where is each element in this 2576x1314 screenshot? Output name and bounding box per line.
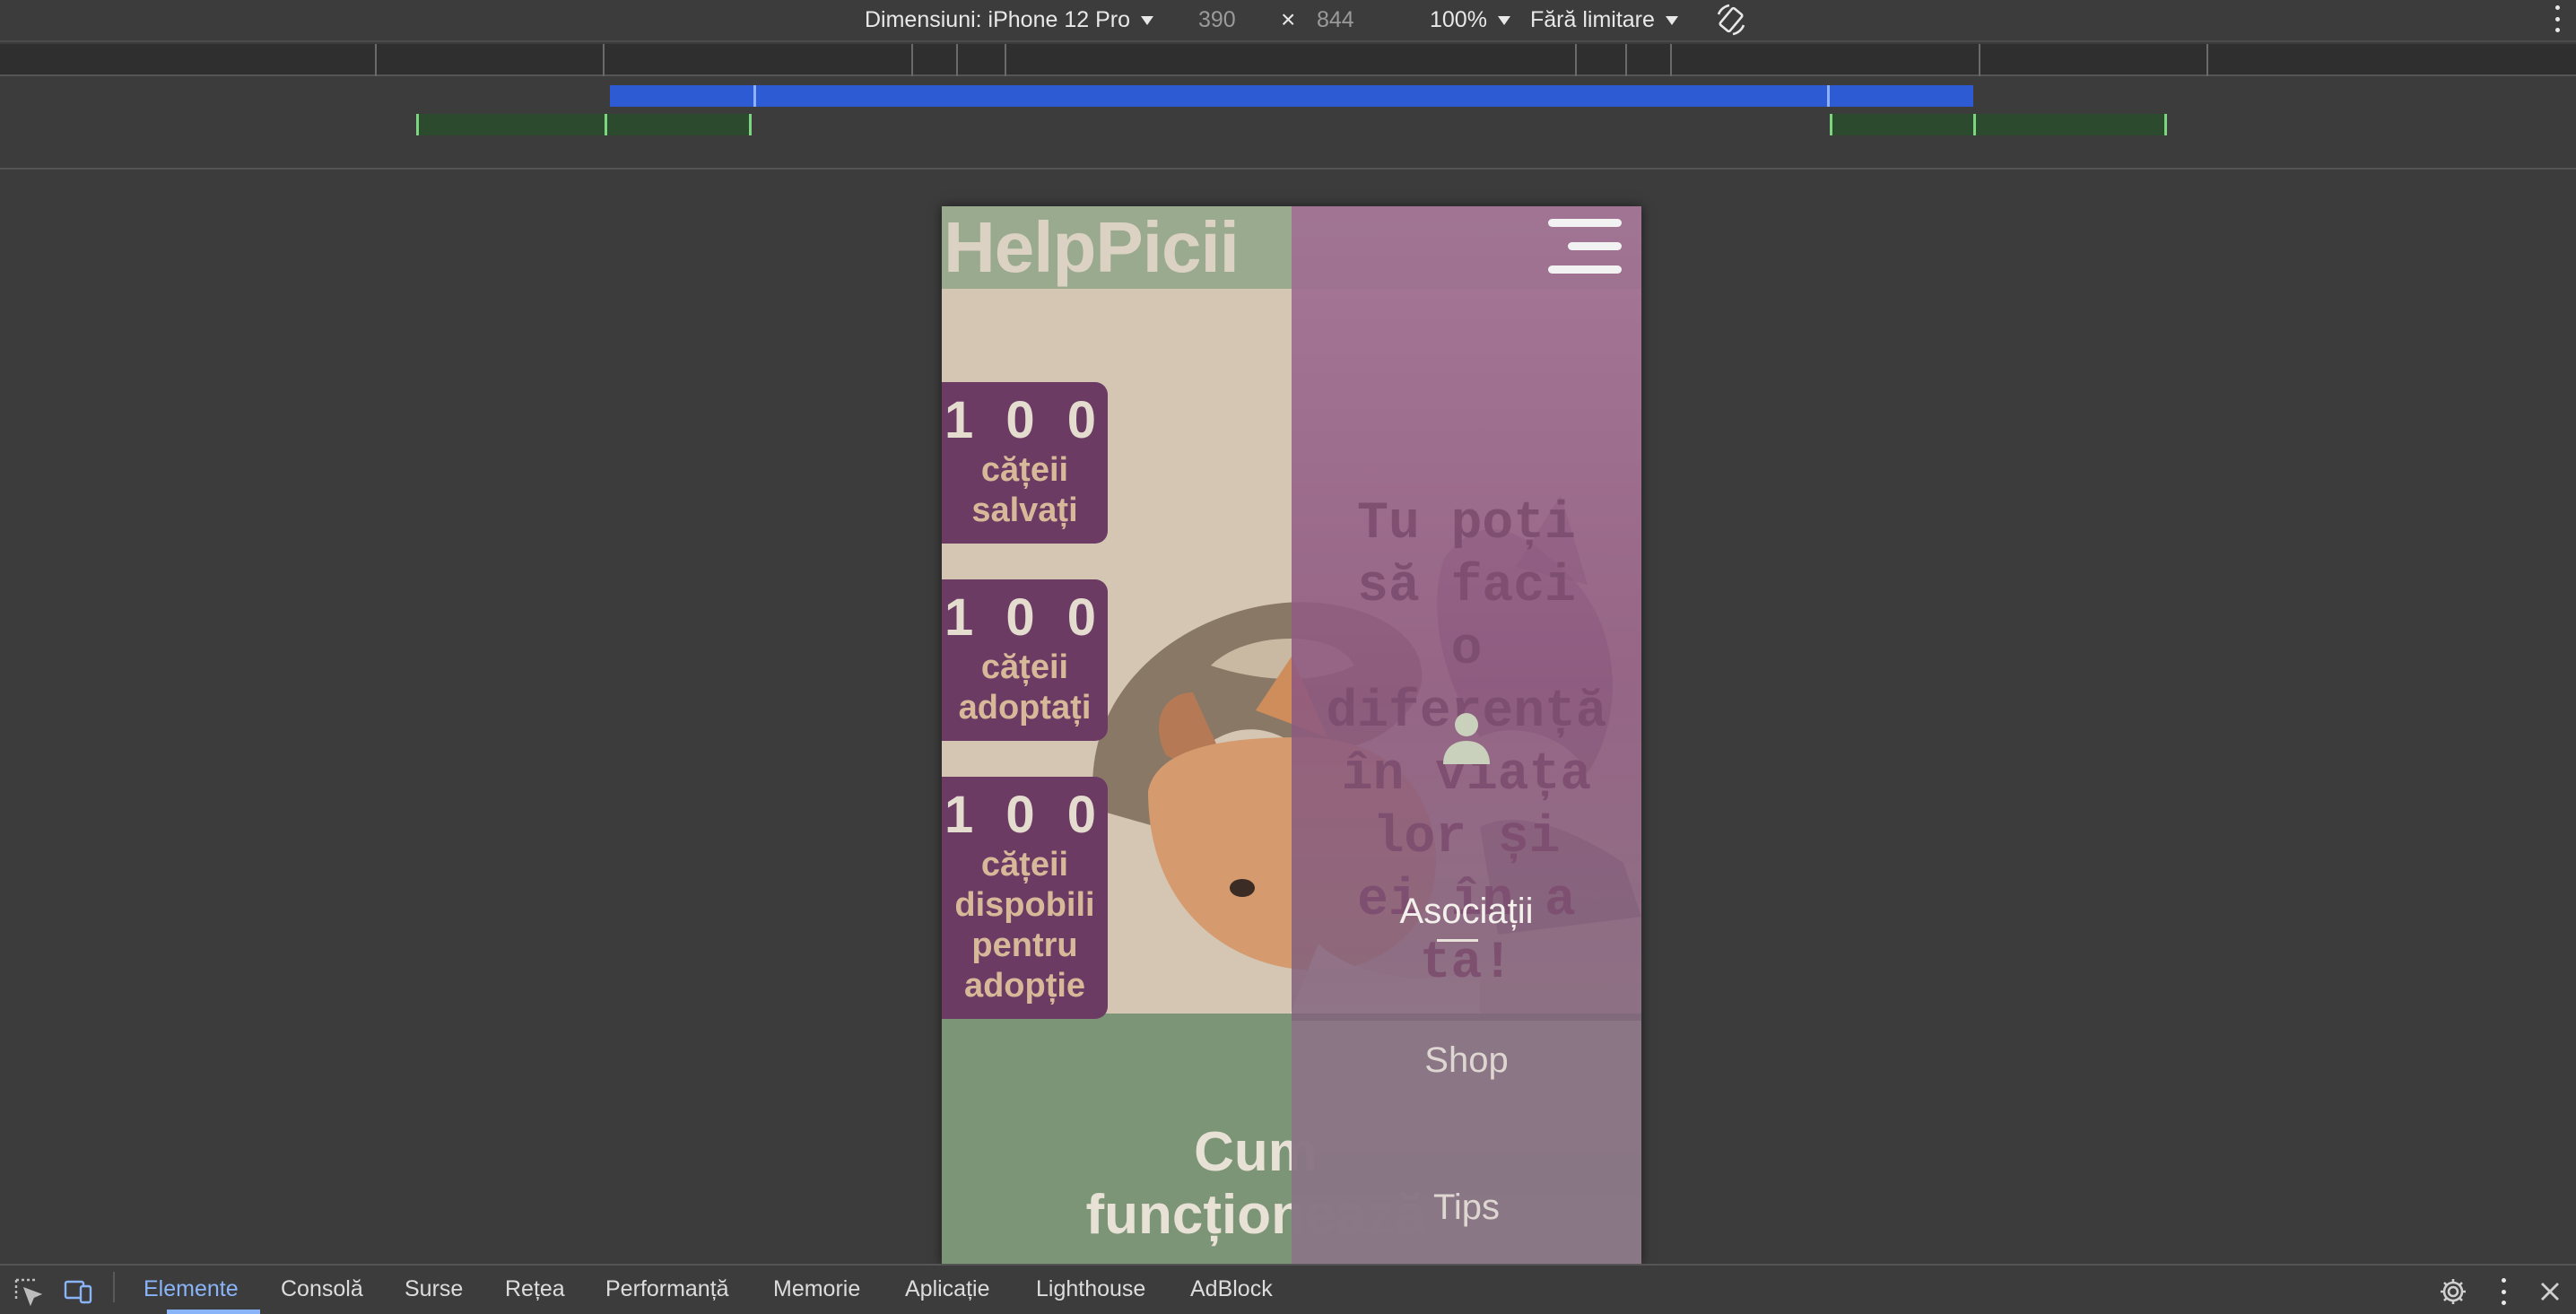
chevron-down-icon [1141,15,1153,25]
menu-item-asociatii[interactable]: Asociații [1292,892,1641,932]
stat-card-saved: 1 0 0 cățeii salvați [942,382,1108,544]
tab-elemente[interactable]: Elemente [144,1276,239,1302]
device-toolbar-toggle-icon[interactable] [63,1276,93,1307]
throttling-select[interactable]: Fără limitare [1530,7,1678,33]
tab-performanta[interactable]: Performanță [605,1276,729,1302]
device-toolbar: Dimensiuni: iPhone 12 Pro 390 × 844 100%… [0,0,2576,42]
menu-item-shop[interactable]: Shop [1292,1040,1641,1081]
tab-memorie[interactable]: Memorie [773,1276,860,1302]
stat-label: salvați [971,492,1078,529]
ruler-row [0,44,2576,76]
chevron-down-icon [1665,15,1678,25]
devtools-tab-bar: Elemente Consolă Surse Rețea Performanță… [0,1264,2576,1314]
settings-gear-icon[interactable] [2438,1276,2468,1307]
min-width-query-bar-left[interactable] [416,114,752,135]
zoom-value: 100% [1430,7,1487,32]
tagline-line: Tu poți [1357,495,1576,553]
more-options-icon[interactable] [2553,5,2562,32]
tab-consola[interactable]: Consolă [281,1276,363,1302]
stat-label: cățeii [980,648,1069,686]
stat-number: 1 0 0 [944,588,1105,647]
menu-item-tips[interactable]: Tips [1292,1188,1641,1228]
stat-number: 1 0 0 [944,786,1105,844]
times-symbol: × [1281,5,1296,33]
chevron-down-icon [1497,15,1510,25]
stat-number: 1 0 0 [944,391,1105,449]
tagline-line: lor și [1372,809,1561,867]
user-icon[interactable] [1440,709,1493,766]
media-query-bars [0,44,2576,170]
max-width-query-bar[interactable] [610,85,1973,107]
close-icon[interactable] [2535,1276,2565,1307]
device-select-label: Dimensiuni: iPhone 12 Pro [865,7,1130,32]
active-menu-underline [1437,939,1478,942]
stat-label: cățeii [980,451,1069,489]
tagline-line: ta! [1419,935,1514,993]
tab-retea[interactable]: Rețea [505,1276,565,1302]
tab-lighthouse[interactable]: Lighthouse [1036,1276,1145,1302]
tagline-line: o [1450,621,1483,679]
stat-label: adoptați [958,689,1092,727]
stat-label: pentru [971,927,1078,964]
inspect-element-icon[interactable] [13,1276,43,1307]
stat-label: adopție [963,967,1086,1005]
throttling-value: Fără limitare [1530,7,1655,32]
tagline-line: să faci [1357,558,1576,616]
device-viewport: HelpPicii 1 0 0 cățeii salvați 1 0 0 căț… [942,206,1641,1265]
tab-surse[interactable]: Surse [405,1276,463,1302]
tab-aplicatie[interactable]: Aplicație [905,1276,990,1302]
tab-adblock[interactable]: AdBlock [1190,1276,1273,1302]
site-logo[interactable]: HelpPicii [944,206,1240,289]
width-input[interactable]: 390 [1198,7,1236,33]
active-tab-underline [167,1310,260,1314]
stat-label: cățeii [980,846,1069,883]
hamburger-menu-icon[interactable] [1548,219,1622,274]
stat-card-available: 1 0 0 cățeii dispobili pentru adopție [942,777,1108,1019]
min-width-query-bar-right[interactable] [1830,114,2167,135]
device-select[interactable]: Dimensiuni: iPhone 12 Pro [865,7,1153,33]
height-input[interactable]: 844 [1317,7,1354,33]
more-options-icon[interactable] [2499,1278,2508,1305]
stat-label: dispobili [954,886,1095,924]
stat-card-adopted: 1 0 0 cățeii adoptați [942,579,1108,741]
zoom-select[interactable]: 100% [1430,7,1510,33]
rotate-icon[interactable] [1713,2,1749,38]
